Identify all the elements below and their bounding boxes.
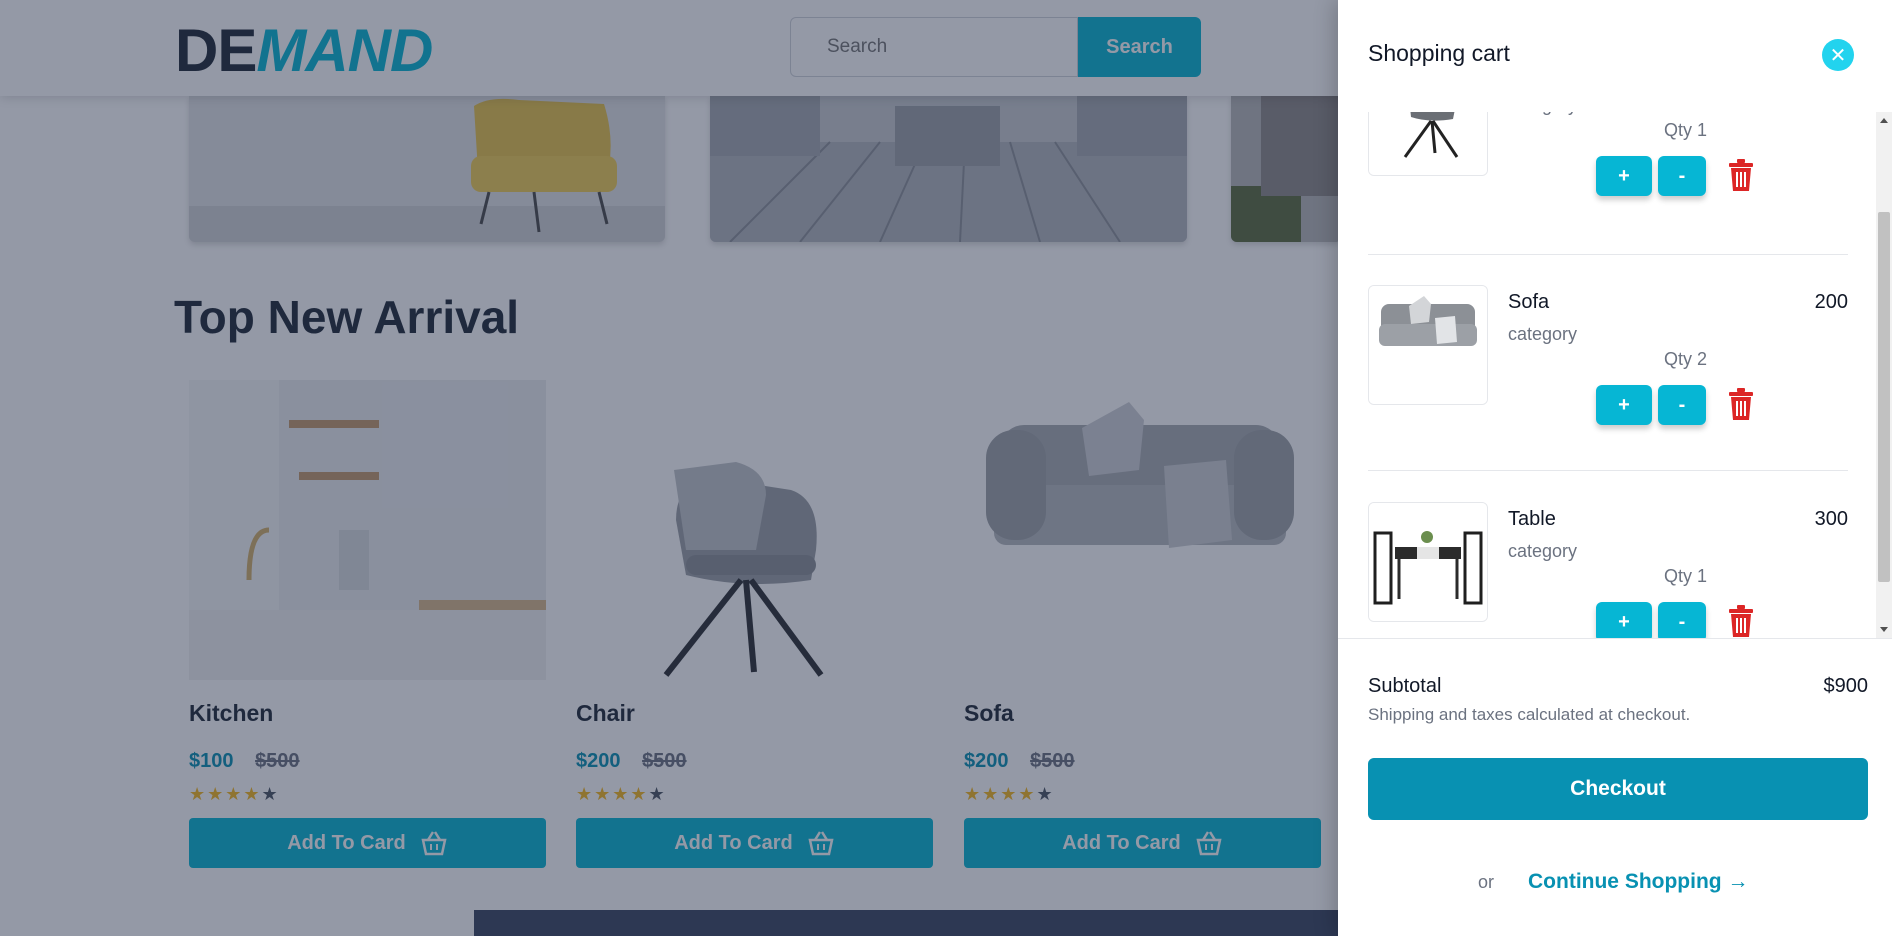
cart-item-image[interactable] bbox=[1368, 112, 1488, 176]
cart-item-image[interactable] bbox=[1368, 502, 1488, 622]
cart-item: Table 300 category Qty 1 + - bbox=[1368, 502, 1848, 638]
cart-item-quantity: Qty 2 bbox=[1664, 349, 1708, 369]
continue-shopping-link[interactable]: Continue Shopping → bbox=[1528, 870, 1748, 894]
cart-item-price: 300 bbox=[1814, 508, 1848, 530]
cart-item-category: category bbox=[1508, 324, 1578, 344]
subtotal-value: $900 bbox=[1823, 675, 1869, 697]
increase-quantity-button[interactable]: + bbox=[1596, 385, 1652, 425]
scrollbar-thumb[interactable] bbox=[1878, 212, 1890, 582]
cart-item-quantity: Qty 1 bbox=[1664, 120, 1708, 140]
checkout-button[interactable]: Checkout bbox=[1368, 758, 1868, 820]
decrease-quantity-button[interactable]: - bbox=[1658, 602, 1706, 638]
or-text: or bbox=[1478, 872, 1495, 892]
subtotal-label: Subtotal bbox=[1368, 675, 1442, 697]
increase-quantity-button[interactable]: + bbox=[1596, 156, 1652, 196]
cart-item: Sofa 200 category Qty 2 + - bbox=[1368, 285, 1848, 501]
cart-item-price: 200 bbox=[1814, 291, 1848, 313]
trash-icon[interactable] bbox=[1726, 604, 1756, 638]
cart-item-quantity: Qty 1 bbox=[1664, 566, 1708, 586]
trash-icon[interactable] bbox=[1726, 387, 1756, 421]
scroll-up-arrow-icon[interactable] bbox=[1880, 118, 1888, 123]
item-divider bbox=[1368, 254, 1848, 255]
cart-title: Shopping cart bbox=[1368, 40, 1510, 66]
shopping-cart-drawer: Shopping cart ✕ category Qty 1 + - bbox=[1338, 0, 1892, 936]
cart-footer: Subtotal $900 Shipping and taxes calcula… bbox=[1338, 638, 1892, 936]
trash-icon[interactable] bbox=[1726, 158, 1756, 192]
cart-item-category: category bbox=[1508, 541, 1578, 561]
decrease-quantity-button[interactable]: - bbox=[1658, 385, 1706, 425]
cart-item-category: category bbox=[1508, 112, 1577, 116]
shipping-note: Shipping and taxes calculated at checkou… bbox=[1368, 705, 1691, 724]
increase-quantity-button[interactable]: + bbox=[1596, 602, 1652, 638]
cart-scrollbar[interactable] bbox=[1876, 112, 1892, 638]
item-divider bbox=[1368, 470, 1848, 471]
scroll-down-arrow-icon[interactable] bbox=[1880, 627, 1888, 632]
decrease-quantity-button[interactable]: - bbox=[1658, 156, 1706, 196]
close-icon: ✕ bbox=[1829, 43, 1847, 67]
cart-item: category Qty 1 + - bbox=[1368, 112, 1848, 272]
cart-item-name[interactable]: Table bbox=[1508, 508, 1556, 531]
close-cart-button[interactable]: ✕ bbox=[1822, 39, 1854, 71]
cart-item-name[interactable]: Sofa bbox=[1508, 291, 1549, 314]
cart-item-image[interactable] bbox=[1368, 285, 1488, 405]
cart-items-list[interactable]: category Qty 1 + - Sofa 200 category Qty… bbox=[1338, 112, 1892, 638]
